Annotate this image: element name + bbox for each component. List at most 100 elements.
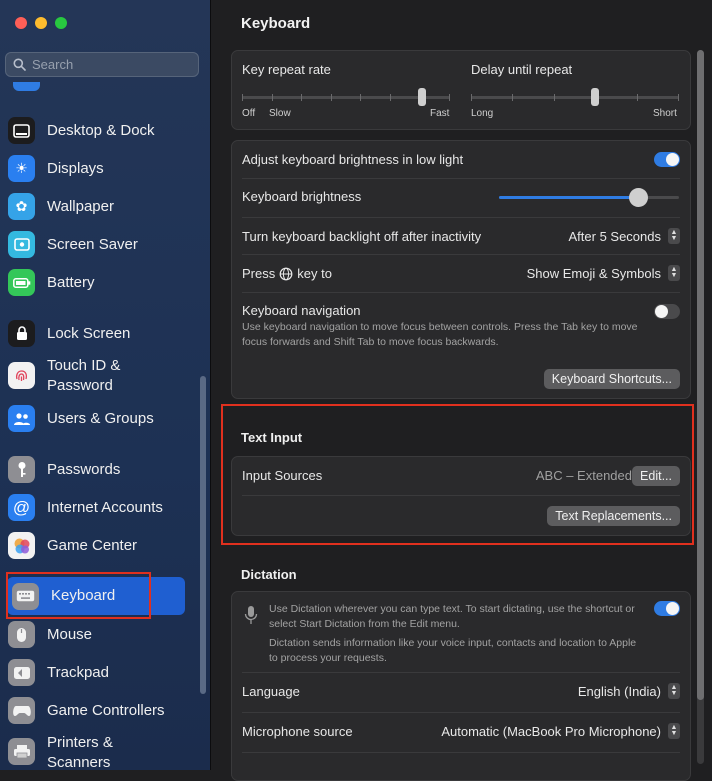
- sidebar-item-mouse[interactable]: Mouse: [8, 621, 188, 648]
- key-icon: [8, 456, 35, 483]
- sidebar: Search Desktop & Dock ☀ Displays ✿ Wallp…: [0, 0, 211, 770]
- slider-tick: [272, 94, 273, 101]
- sidebar-scrollbar[interactable]: [200, 376, 206, 694]
- keyboard-brightness-card: Adjust keyboard brightness in low light …: [231, 140, 691, 399]
- sidebar-item-label: Internet Accounts: [47, 498, 163, 516]
- sidebar-item-label-group: Printers & Scanners: [35, 733, 113, 770]
- sidebar-item-game-controllers[interactable]: Game Controllers: [8, 697, 188, 724]
- slider-tick: [512, 94, 513, 101]
- sidebar-item-displays[interactable]: ☀ Displays: [8, 155, 188, 182]
- sidebar-item-internet-accounts[interactable]: @ Internet Accounts: [8, 494, 188, 521]
- language-popup[interactable]: English (India) ▲ ▼: [578, 683, 680, 699]
- delay-min-label: Long: [471, 108, 494, 119]
- search-input[interactable]: Search: [5, 52, 199, 77]
- gamepad-icon: [8, 697, 35, 724]
- globe-icon: [279, 267, 293, 280]
- sidebar-item-users-groups[interactable]: Users & Groups: [8, 405, 188, 432]
- divider: [242, 672, 680, 673]
- printer-icon: [8, 738, 35, 765]
- sidebar-item-label: Touch ID &: [47, 357, 121, 374]
- sidebar-item-lock-screen[interactable]: Lock Screen: [8, 320, 188, 347]
- rate-min-label: Off: [242, 108, 256, 119]
- slider-tick: [637, 94, 638, 101]
- dictation-heading: Dictation: [241, 567, 297, 582]
- keyboard-shortcuts-button[interactable]: Keyboard Shortcuts...: [543, 369, 680, 389]
- search-placeholder: Search: [32, 57, 74, 72]
- at-icon: @: [8, 494, 35, 521]
- sidebar-item-label: Wallpaper: [47, 197, 114, 215]
- sidebar-item-game-center[interactable]: Game Center: [8, 532, 188, 559]
- divider: [242, 292, 680, 293]
- chevron-updown-icon: ▲ ▼: [668, 265, 680, 281]
- divider: [242, 752, 680, 753]
- key-repeat-card: Key repeat rate Delay until repeat Off S…: [231, 50, 691, 130]
- press-key-label-pre: Press: [242, 266, 276, 281]
- slider-thumb[interactable]: [591, 88, 599, 106]
- slider-tick: [301, 94, 302, 101]
- globe-key-popup[interactable]: Show Emoji & Symbols ▲ ▼: [527, 265, 680, 281]
- rate-max-label: Fast: [430, 108, 450, 119]
- page-title: Keyboard: [241, 15, 311, 32]
- delay-until-repeat-label: Delay until repeat: [471, 62, 573, 77]
- slider-tick: [390, 94, 391, 101]
- slider-tick: [360, 94, 361, 101]
- zoom-window-button[interactable]: [55, 17, 67, 29]
- close-window-button[interactable]: [15, 17, 27, 29]
- backlight-off-value: After 5 Seconds: [568, 228, 662, 244]
- sidebar-item-desktop-dock[interactable]: Desktop & Dock: [8, 117, 188, 144]
- sidebar-item-screen-saver[interactable]: Screen Saver: [8, 231, 188, 258]
- keyboard-navigation-toggle[interactable]: [654, 304, 680, 319]
- trackpad-icon: [8, 659, 35, 686]
- keyboard-brightness-slider[interactable]: [499, 187, 679, 207]
- adjust-brightness-label: Adjust keyboard brightness in low light: [242, 152, 464, 167]
- minimize-window-button[interactable]: [35, 17, 47, 29]
- dictation-toggle[interactable]: [654, 601, 680, 616]
- fingerprint-icon: [8, 362, 35, 389]
- microphone-source-popup[interactable]: Automatic (MacBook Pro Microphone) ▲ ▼: [441, 723, 680, 739]
- sidebar-item-label: Trackpad: [47, 663, 109, 681]
- desktop-dock-icon: [8, 117, 35, 144]
- sidebar-item-label: Desktop & Dock: [47, 121, 155, 139]
- divider: [242, 254, 680, 255]
- sidebar-item-label-line2: Password: [47, 377, 113, 394]
- slider-tick: [242, 94, 243, 101]
- slider-tick: [331, 94, 332, 101]
- slider-tick: [554, 94, 555, 101]
- sidebar-item-trackpad[interactable]: Trackpad: [8, 659, 188, 686]
- sidebar-item-touch-id[interactable]: Touch ID & Password: [8, 356, 188, 396]
- lock-screen-icon: [8, 320, 35, 347]
- slider-tick: [678, 94, 679, 101]
- sidebar-item-wallpaper[interactable]: ✿ Wallpaper: [8, 193, 188, 220]
- keyboard-navigation-hint: Use keyboard navigation to move focus be…: [242, 321, 638, 348]
- slider-track: [471, 96, 679, 99]
- sidebar-item-battery[interactable]: Battery: [8, 269, 188, 296]
- slider-tick: [449, 94, 450, 101]
- battery-icon: [8, 269, 35, 296]
- language-value: English (India): [577, 683, 661, 699]
- key-repeat-rate-slider[interactable]: [242, 88, 450, 108]
- sidebar-item-label-group: Touch ID & Password: [35, 356, 120, 396]
- delay-until-repeat-slider[interactable]: [471, 88, 679, 108]
- sidebar-item-label: Battery: [47, 273, 95, 291]
- rate-slow-label: Slow: [269, 108, 291, 119]
- text-input-highlight-box: [221, 404, 694, 545]
- sidebar-item-label: Users & Groups: [47, 409, 154, 427]
- sidebar-item-label: Lock Screen: [47, 324, 131, 342]
- dictation-hint: Use Dictation wherever you can type text…: [269, 603, 635, 630]
- adjust-brightness-toggle[interactable]: [654, 152, 680, 167]
- divider: [242, 217, 680, 218]
- sidebar-item-passwords[interactable]: Passwords: [8, 456, 188, 483]
- slider-thumb[interactable]: [418, 88, 426, 106]
- slider-thumb[interactable]: [629, 188, 648, 207]
- main-scrollbar-thumb[interactable]: [697, 50, 704, 700]
- backlight-off-popup[interactable]: After 5 Seconds ▲ ▼: [568, 228, 680, 244]
- press-key-label-post: key to: [297, 266, 332, 281]
- sidebar-item-label: Printers &: [47, 734, 113, 751]
- slider-tick: [471, 94, 472, 101]
- keyboard-navigation-label: Keyboard navigation: [242, 303, 361, 318]
- search-icon: [13, 58, 26, 71]
- dictation-card: Use Dictation wherever you can type text…: [231, 591, 691, 781]
- sidebar-item-printers[interactable]: Printers & Scanners: [8, 733, 188, 770]
- mouse-icon: [8, 621, 35, 648]
- chevron-updown-icon: ▲ ▼: [668, 723, 680, 739]
